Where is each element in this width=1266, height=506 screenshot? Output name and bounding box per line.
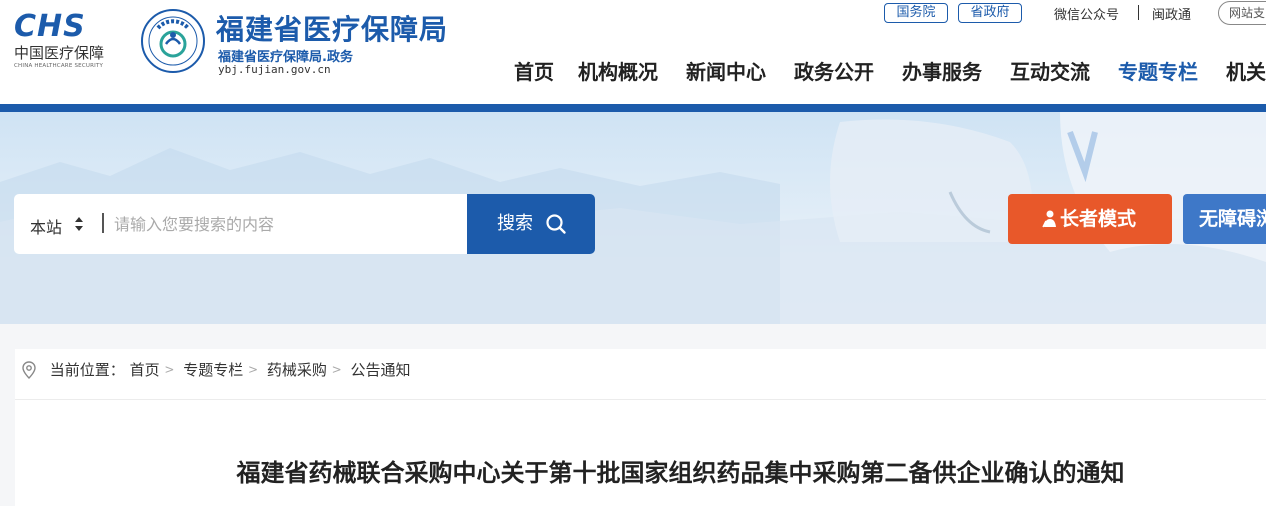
chs-logo-mark: CHS <box>14 9 86 44</box>
top-link-divider <box>1138 5 1139 20</box>
provincial-gov-link[interactable]: 省政府 <box>958 3 1022 23</box>
nav-item-organization[interactable]: 机构概况 <box>578 56 658 85</box>
search-divider <box>102 213 104 233</box>
search-input[interactable] <box>114 206 454 242</box>
article-container: 当前位置： 首页 > 专题专栏 > 药械采购 > 公告通知 福建省药械联合采购中… <box>15 349 1266 506</box>
scope-sort-icon[interactable] <box>74 216 84 232</box>
breadcrumb-item-special-topics[interactable]: 专题专栏 <box>183 361 243 379</box>
header-divider-bar <box>0 104 1266 112</box>
site-domain: ybj.fujian.gov.cn <box>218 63 331 76</box>
site-support-link[interactable]: 网站支 <box>1218 1 1266 25</box>
chs-logo[interactable]: CHS 中国医疗保障 CHINA HEALTHCARE SECURITY <box>14 10 118 74</box>
minzhengtong-link[interactable]: 闽政通 <box>1152 4 1191 23</box>
breadcrumb-prefix: 当前位置： <box>49 361 125 379</box>
search-button[interactable]: 搜索 <box>467 194 595 254</box>
nav-item-organs[interactable]: 机关 <box>1226 56 1266 85</box>
elder-person-icon <box>1042 210 1056 228</box>
breadcrumb-separator: > <box>164 362 175 377</box>
breadcrumb-separator: > <box>248 362 259 377</box>
nav-item-news[interactable]: 新闻中心 <box>686 56 766 85</box>
elder-mode-button[interactable]: 长者模式 <box>1008 194 1172 244</box>
breadcrumb: 当前位置： 首页 > 专题专栏 > 药械采购 > 公告通知 <box>21 359 411 381</box>
breadcrumb-separator: > <box>331 362 342 377</box>
site-header: CHS 中国医疗保障 CHINA HEALTHCARE SECURITY 福建省… <box>0 0 1266 104</box>
nav-item-interaction[interactable]: 互动交流 <box>1010 56 1090 85</box>
breadcrumb-item-home[interactable]: 首页 <box>130 361 160 379</box>
search-box: 本站 <box>14 194 467 254</box>
state-council-link[interactable]: 国务院 <box>884 3 948 23</box>
fujian-healthcare-emblem[interactable] <box>140 8 206 74</box>
site-title[interactable]: 福建省医疗保障局 <box>216 8 448 48</box>
nav-item-home[interactable]: 首页 <box>514 56 554 85</box>
breadcrumb-item-notices[interactable]: 公告通知 <box>351 361 411 379</box>
wechat-link[interactable]: 微信公众号 <box>1054 4 1119 23</box>
elder-mode-label: 长者模式 <box>1060 208 1137 230</box>
accessibility-label: 无障碍浏 <box>1199 208 1266 230</box>
search-scope-select[interactable]: 本站 <box>30 214 62 238</box>
nav-item-special-topics[interactable]: 专题专栏 <box>1118 56 1198 85</box>
article-title: 福建省药械联合采购中心关于第十批国家组织药品集中采购第二备供企业确认的通知 <box>236 459 1125 487</box>
emblem-icon <box>141 9 205 73</box>
search-icon <box>546 214 566 234</box>
chs-logo-cn: 中国医疗保障 <box>14 44 105 62</box>
breadcrumb-item-procurement[interactable]: 药械采购 <box>267 361 327 379</box>
nav-item-gov-affairs[interactable]: 政务公开 <box>794 56 874 85</box>
location-pin-icon <box>22 360 36 379</box>
search-banner: 本站 搜索 长者模式 无障碍浏 <box>0 112 1266 324</box>
nav-item-services[interactable]: 办事服务 <box>902 56 982 85</box>
search-button-label: 搜索 <box>497 213 533 234</box>
chs-logo-en: CHINA HEALTHCARE SECURITY <box>14 63 104 69</box>
accessibility-button[interactable]: 无障碍浏 <box>1183 194 1266 244</box>
breadcrumb-divider <box>15 399 1266 400</box>
